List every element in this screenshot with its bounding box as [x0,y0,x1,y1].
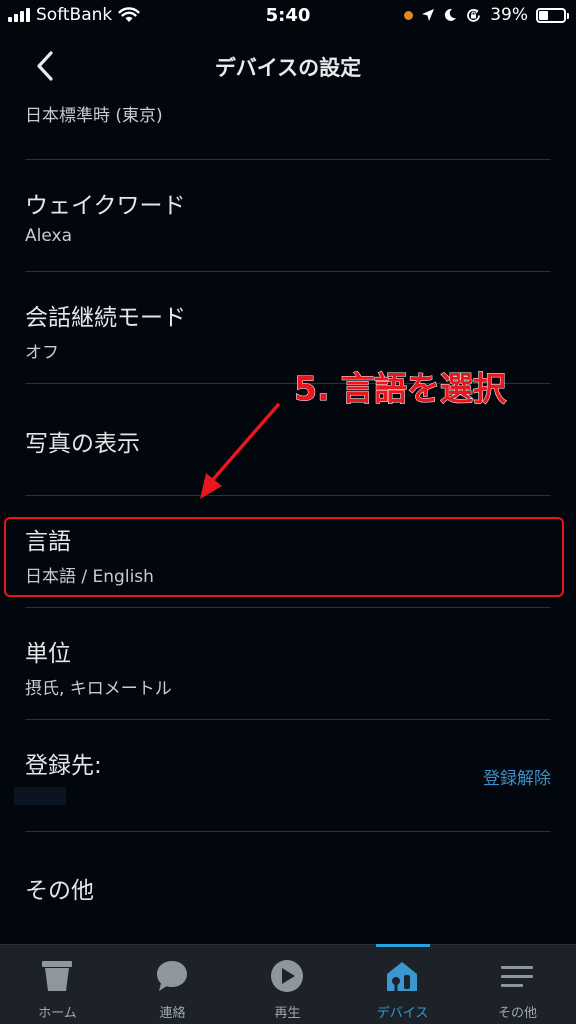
wifi-icon [118,7,140,22]
settings-row-subtitle: 摂氏, キロメートル [25,679,172,699]
tab-label: デバイス [376,1006,429,1021]
deregister-link[interactable]: 登録解除 [483,764,551,789]
carrier-label: SoftBank [36,5,113,25]
menu-lines-icon [501,966,533,987]
devices-icon [387,962,417,991]
annotation-text: 5. 言語を選択 [294,369,507,409]
page-title: デバイスの設定 [214,56,362,80]
tab-devices[interactable]: デバイス [345,945,460,1024]
settings-row-title: 単位 [25,641,71,667]
back-button[interactable] [28,48,64,84]
tab-label: その他 [497,1006,537,1021]
battery-percent: 39% [490,5,528,25]
tab-bar: ホーム 連絡 再生 デバイス その他 [0,944,576,1024]
tab-play[interactable]: 再生 [230,945,345,1024]
divider [25,831,551,832]
settings-row-title: その他 [25,878,94,904]
tab-label: 連絡 [159,1006,186,1021]
header: デバイスの設定 [0,34,576,98]
location-icon [422,9,435,21]
battery-icon [536,7,569,23]
signal-icon [8,8,30,22]
moon-icon [445,8,457,21]
divider [25,271,551,272]
recording-dot-icon [404,10,414,20]
settings-row-units[interactable]: 単位 摂氏, キロメートル [25,634,551,699]
divider [25,719,551,720]
rotation-lock-icon [467,8,481,22]
tab-more[interactable]: その他 [460,945,575,1024]
settings-row-wake-word[interactable]: ウェイクワード Alexa [25,186,551,246]
settings-row-subtitle: オフ [25,343,59,363]
annotation-arrow-icon [200,403,280,499]
tab-home[interactable]: ホーム [0,945,115,1024]
tab-communicate[interactable]: 連絡 [115,945,230,1024]
settings-row-title: 登録先: [25,753,102,779]
settings-row-subtitle: Alexa [25,226,72,246]
chat-bubble-icon [157,961,187,991]
divider [25,159,551,160]
divider [25,607,551,608]
language-highlight-box [4,517,564,597]
settings-row-other[interactable]: その他 [25,871,551,905]
tab-label: ホーム [38,1006,77,1021]
status-left: SoftBank [8,5,140,25]
settings-row-subtitle: 日本標準時 (東京) [25,106,163,126]
play-icon [271,960,303,992]
redacted-account-name [14,787,66,805]
home-icon [42,961,72,991]
settings-row-follow-up-mode[interactable]: 会話継続モード オフ [25,298,551,363]
status-right: 39% [404,5,569,25]
settings-row-title: ウェイクワード [25,193,186,219]
settings-row-registered-to: 登録先: [25,746,551,780]
settings-row-title: 会話継続モード [25,305,186,331]
tab-label: 再生 [274,1006,301,1021]
battery-level [539,10,549,20]
status-bar: SoftBank 5:40 39% [0,0,576,34]
